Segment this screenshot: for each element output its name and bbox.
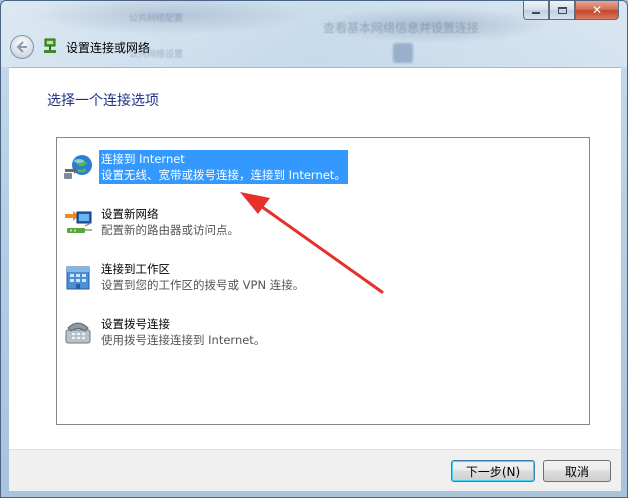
next-button[interactable]: 下一步(N) <box>451 460 535 482</box>
window-title: 设置连接或网络 <box>66 41 151 55</box>
network-setup-icon <box>44 38 56 53</box>
caption-buttons: ✕ <box>523 1 619 20</box>
router-setup-icon <box>65 211 92 233</box>
option-text: 连接到工作区 设置到您的工作区的拨号或 VPN 连接。 <box>99 260 306 294</box>
connection-options-list: 连接到 Internet 设置无线、宽带或拨号连接，连接到 Internet。 … <box>56 137 590 425</box>
background-blurred-text: 查看基本网络信息并设置连接 <box>323 21 480 35</box>
background-blurred-text: 公共网络配置 <box>129 14 184 24</box>
telephone-modem-icon <box>65 322 91 344</box>
option-setup-new-network[interactable]: 设置新网络 配置新的路由器或访问点。 <box>63 205 241 241</box>
minimize-button[interactable] <box>523 1 549 20</box>
option-description: 设置到您的工作区的拨号或 VPN 连接。 <box>101 278 305 292</box>
maximize-icon <box>557 6 567 14</box>
page-heading: 选择一个连接选项 <box>47 93 159 109</box>
option-title: 设置拨号连接 <box>101 317 170 331</box>
back-button[interactable] <box>10 35 34 59</box>
content-area: 选择一个连接选项 连接到 Internet 设置无线、宽带或拨号连接，连接到 I… <box>9 67 621 449</box>
dialog-footer: 下一步(N) 取消 <box>9 449 621 491</box>
cancel-button[interactable]: 取消 <box>543 460 611 482</box>
maximize-button[interactable] <box>549 1 575 20</box>
option-title: 连接到工作区 <box>101 262 170 276</box>
option-description: 设置无线、宽带或拨号连接，连接到 Internet。 <box>101 168 346 182</box>
option-title: 设置新网络 <box>101 207 159 221</box>
background-blurred-icon <box>393 43 413 63</box>
option-setup-dialup[interactable]: 设置拨号连接 使用拨号连接连接到 Internet。 <box>63 315 267 351</box>
globe-network-icon <box>64 155 92 179</box>
option-connect-internet[interactable]: 连接到 Internet 设置无线、宽带或拨号连接，连接到 Internet。 <box>63 150 348 186</box>
option-description: 配置新的路由器或访问点。 <box>101 223 239 237</box>
option-title: 连接到 Internet <box>101 152 185 166</box>
minimize-icon <box>532 11 540 14</box>
close-button[interactable]: ✕ <box>575 1 619 20</box>
option-text: 设置拨号连接 使用拨号连接连接到 Internet。 <box>99 315 267 349</box>
workplace-icon <box>66 266 90 290</box>
option-text: 设置新网络 配置新的路由器或访问点。 <box>99 205 241 239</box>
close-icon: ✕ <box>591 3 603 17</box>
option-description: 使用拨号连接连接到 Internet。 <box>101 333 266 347</box>
option-text: 连接到 Internet 设置无线、宽带或拨号连接，连接到 Internet。 <box>99 150 348 184</box>
back-arrow-icon <box>16 41 27 53</box>
option-connect-workplace[interactable]: 连接到工作区 设置到您的工作区的拨号或 VPN 连接。 <box>63 260 306 296</box>
dialog-window: 公共网络配置 公共网络设置 查看基本网络信息并设置连接 ✕ 设置连接或网络 选择… <box>0 0 628 498</box>
